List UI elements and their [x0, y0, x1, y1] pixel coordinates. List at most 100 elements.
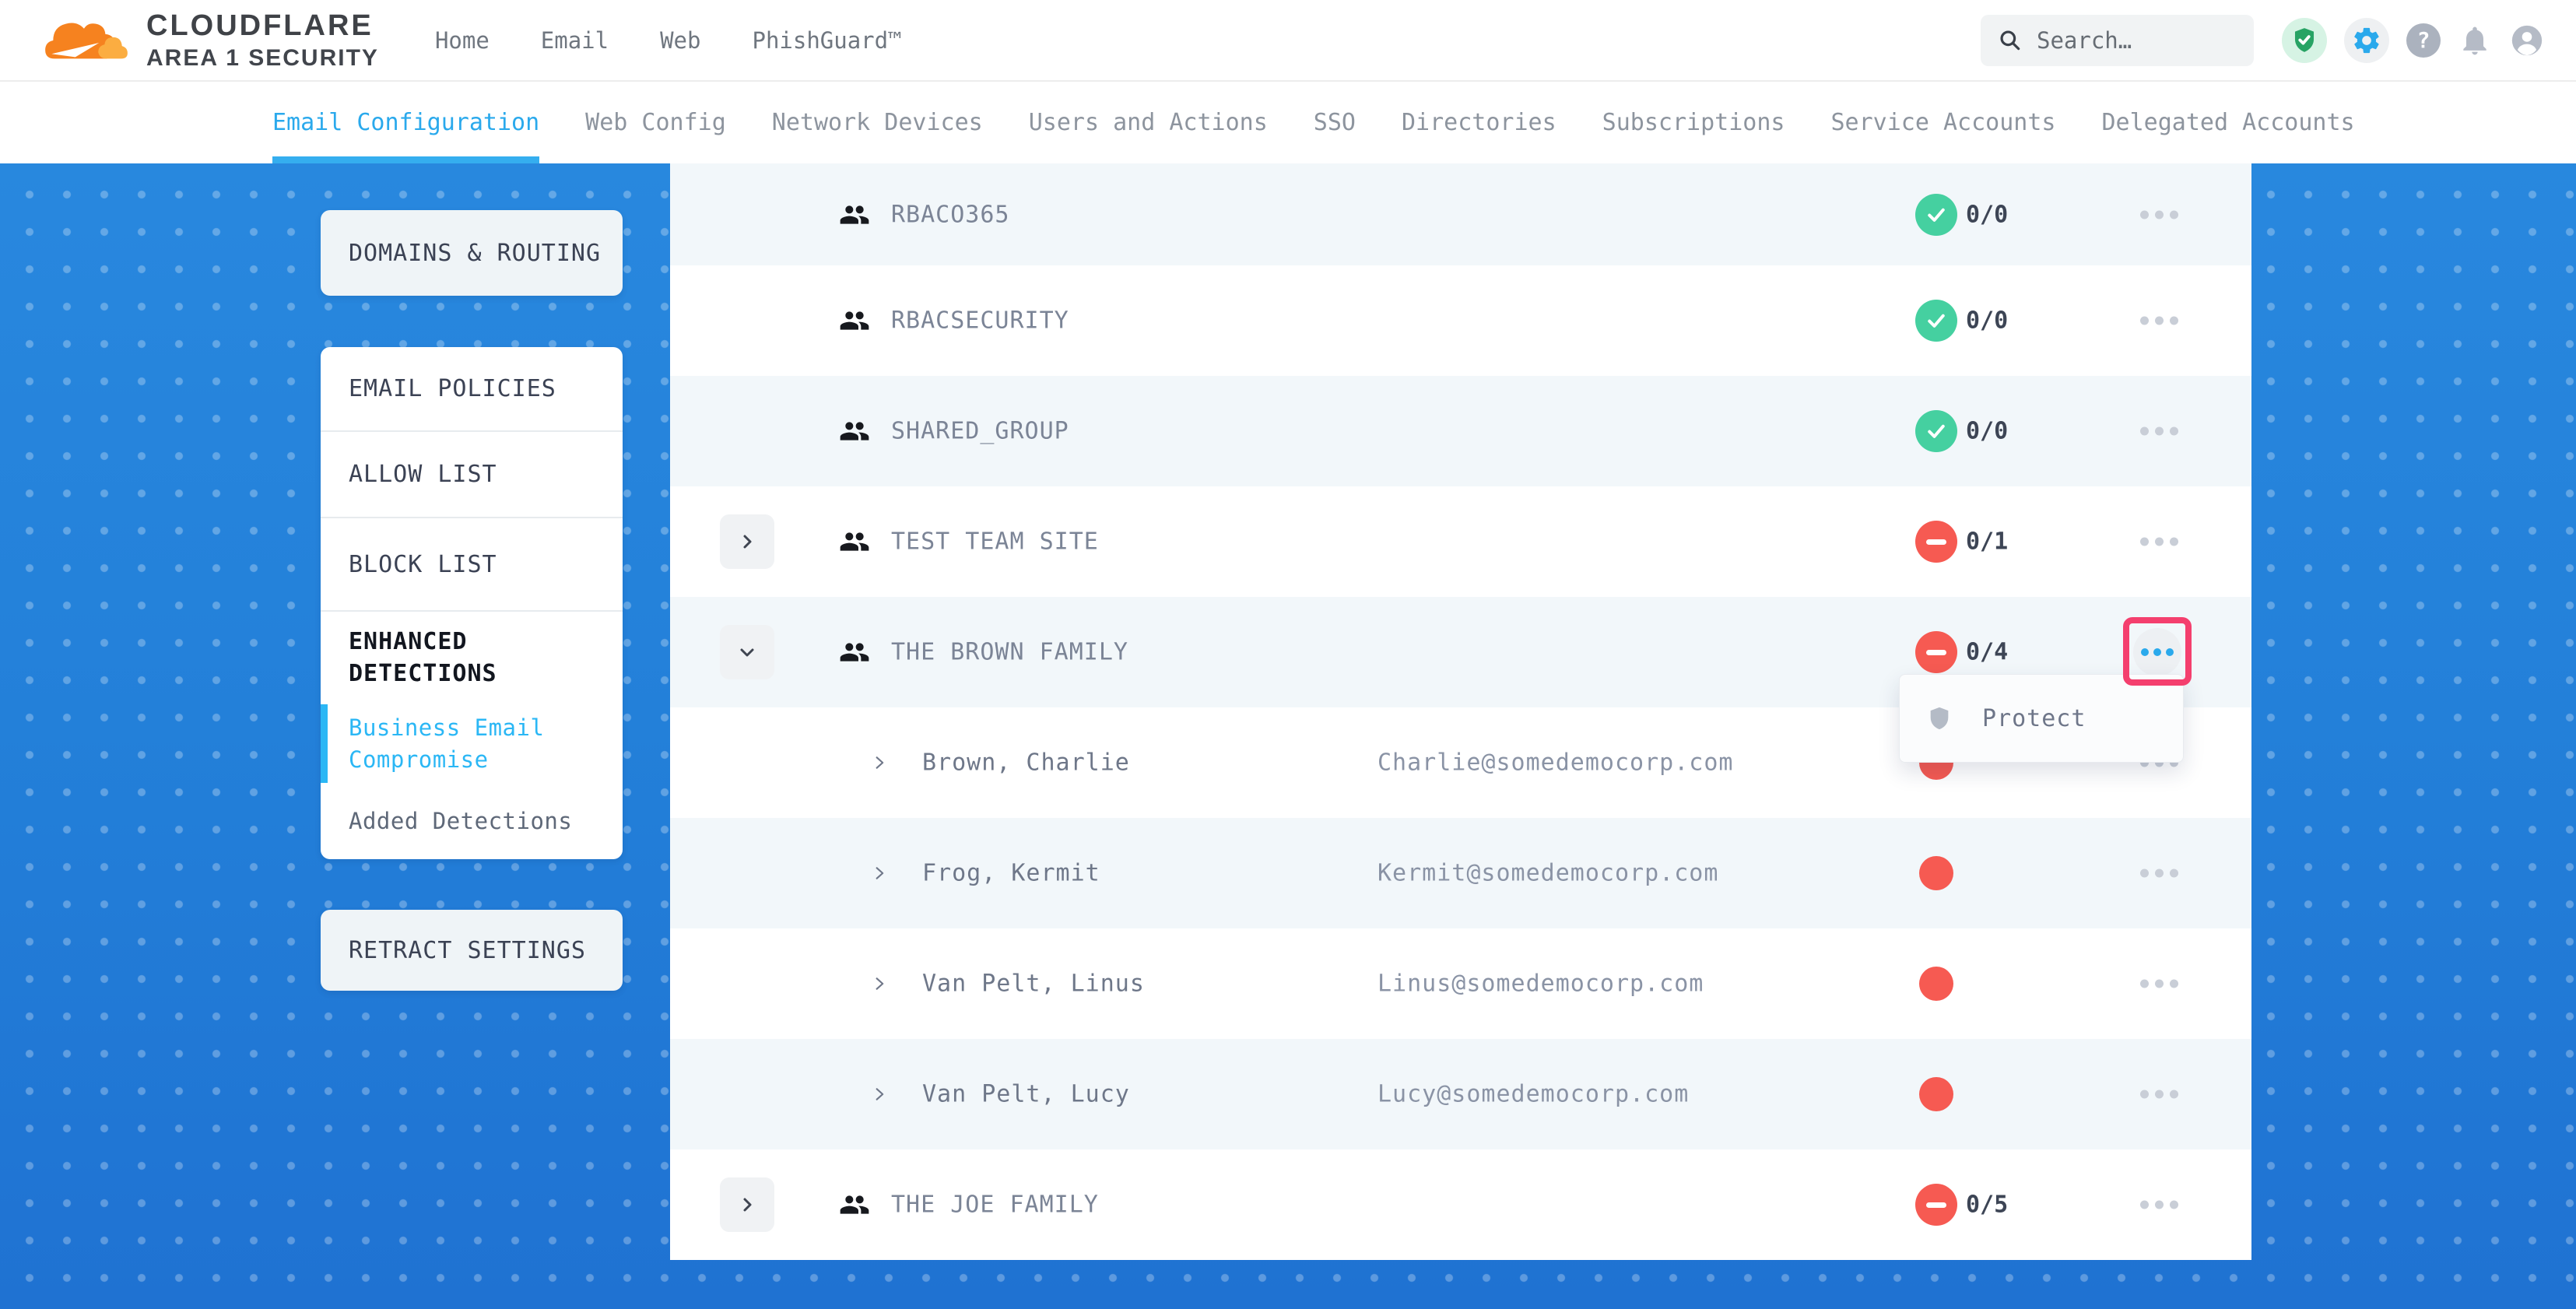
sidebar-item-enhanced-detections[interactable]: ENHANCED DETECTIONS — [321, 610, 623, 704]
status-blocked-icon — [1915, 631, 1957, 673]
area1-security-app: { "header": { "brand": "CLOUDFLARE", "pr… — [0, 0, 2576, 1309]
table-row[interactable]: RBACO365 0/0 — [670, 163, 2251, 265]
row-menu-button-active[interactable] — [2133, 628, 2181, 676]
row-menu-button[interactable] — [2140, 317, 2178, 325]
protection-count: 0/5 — [1966, 1191, 2008, 1219]
user-icon[interactable] — [2509, 23, 2545, 58]
search-input[interactable] — [2037, 27, 2223, 54]
group-icon — [837, 1189, 872, 1220]
status-dot — [1919, 1077, 1953, 1111]
group-icon — [837, 416, 872, 447]
protection-count: 0/4 — [1966, 639, 2008, 666]
table-row[interactable]: RBACSECURITY 0/0 — [670, 265, 2251, 376]
cloudflare-logo[interactable]: CLOUDFLARE AREA 1 SECURITY — [39, 11, 379, 70]
row-menu-button[interactable] — [2140, 427, 2178, 436]
menu-item-protect[interactable]: Protect — [1982, 705, 2086, 732]
group-name: RBACSECURITY — [891, 307, 1069, 335]
tab-network-devices[interactable]: Network Devices — [772, 82, 983, 163]
sidebar-item-domains-routing[interactable]: DOMAINS & ROUTING — [321, 210, 623, 296]
sidebar-policies-card: EMAIL POLICIES ALLOW LIST BLOCK LIST ENH… — [321, 347, 623, 859]
tab-service-accounts[interactable]: Service Accounts — [1830, 82, 2055, 163]
tab-delegated-accounts[interactable]: Delegated Accounts — [2101, 82, 2354, 163]
tab-web-config[interactable]: Web Config — [585, 82, 726, 163]
gear-icon[interactable] — [2344, 18, 2389, 63]
member-email: Linus@somedemocorp.com — [1377, 970, 1704, 998]
tab-directories[interactable]: Directories — [1402, 82, 1556, 163]
expand-button[interactable] — [720, 514, 774, 569]
sidebar-item-business-email-compromise[interactable]: Business Email Compromise — [321, 704, 623, 783]
protection-count: 0/0 — [1966, 418, 2008, 445]
group-icon — [837, 637, 872, 668]
member-name: Van Pelt, Linus — [922, 970, 1145, 998]
sidebar-subitem-label: Added Detections — [349, 808, 572, 834]
protection-count: 0/0 — [1966, 201, 2008, 228]
bell-icon[interactable] — [2458, 23, 2492, 58]
row-context-menu: Protect — [1899, 674, 2184, 763]
table-row[interactable]: TEST TEAM SITE 0/1 — [670, 486, 2251, 597]
tab-email-configuration[interactable]: Email Configuration — [272, 82, 539, 163]
top-header: CLOUDFLARE AREA 1 SECURITY Home Email We… — [0, 0, 2576, 82]
group-name: THE BROWN FAMILY — [891, 639, 1128, 666]
member-name: Van Pelt, Lucy — [922, 1081, 1130, 1108]
chevron-right-icon — [872, 865, 887, 881]
chevron-right-icon — [872, 976, 887, 991]
top-navigation: Home Email Web PhishGuard™ — [435, 27, 902, 54]
member-name: Frog, Kermit — [922, 860, 1100, 887]
header-icons — [2282, 18, 2545, 63]
status-dot — [1919, 856, 1953, 890]
nav-web[interactable]: Web — [660, 27, 700, 54]
protection-count: 0/0 — [1966, 307, 2008, 335]
tab-users-and-actions[interactable]: Users and Actions — [1029, 82, 1268, 163]
row-menu-button[interactable] — [2140, 210, 2178, 219]
cloudflare-cloud-icon — [39, 11, 134, 70]
directory-groups-table: RBACO365 0/0 RBACSECURITY 0/0 SHARED_GRO… — [670, 163, 2251, 1260]
shield-icon — [1926, 703, 1953, 734]
nav-email[interactable]: Email — [541, 27, 609, 54]
nav-home[interactable]: Home — [435, 27, 490, 54]
row-menu-button[interactable] — [2140, 869, 2178, 878]
table-row[interactable]: Frog, Kermit Kermit@somedemocorp.com — [670, 818, 2251, 928]
shield-check-icon[interactable] — [2282, 18, 2327, 63]
sidebar-item-added-detections[interactable]: Added Detections — [321, 783, 623, 859]
member-name: Brown, Charlie — [922, 749, 1130, 777]
collapse-button[interactable] — [720, 625, 774, 679]
group-icon — [837, 199, 872, 230]
status-dot — [1919, 967, 1953, 1001]
active-indicator-bar — [321, 704, 328, 783]
group-icon — [837, 305, 872, 336]
row-menu-button[interactable] — [2140, 1201, 2178, 1209]
row-menu-button[interactable] — [2140, 538, 2178, 546]
table-row[interactable]: SHARED_GROUP 0/0 — [670, 376, 2251, 486]
sidebar-item-block-list[interactable]: BLOCK LIST — [321, 517, 623, 610]
tab-subscriptions[interactable]: Subscriptions — [1602, 82, 1785, 163]
expand-button[interactable] — [720, 1177, 774, 1232]
table-row[interactable]: Van Pelt, Linus Linus@somedemocorp.com — [670, 928, 2251, 1039]
row-menu-button[interactable] — [2140, 1090, 2178, 1099]
table-row[interactable]: Van Pelt, Lucy Lucy@somedemocorp.com — [670, 1039, 2251, 1149]
help-icon[interactable] — [2406, 23, 2441, 58]
nav-phishguard[interactable]: PhishGuard™ — [752, 27, 901, 54]
search-icon — [1998, 28, 2023, 53]
status-ok-icon — [1915, 194, 1957, 236]
chevron-right-icon — [872, 755, 887, 770]
sidebar-item-allow-list[interactable]: ALLOW LIST — [321, 430, 623, 517]
tab-sso[interactable]: SSO — [1314, 82, 1356, 163]
status-ok-icon — [1915, 300, 1957, 342]
group-name: SHARED_GROUP — [891, 418, 1069, 445]
status-blocked-icon — [1915, 521, 1957, 563]
protection-count: 0/1 — [1966, 528, 2008, 556]
group-name: RBACO365 — [891, 201, 1010, 228]
sidebar-item-email-policies[interactable]: EMAIL POLICIES — [321, 347, 623, 430]
table-row[interactable]: THE JOE FAMILY 0/5 — [670, 1149, 2251, 1260]
status-blocked-icon — [1915, 1184, 1957, 1226]
product-name: AREA 1 SECURITY — [146, 47, 379, 70]
brand-name: CLOUDFLARE — [146, 11, 379, 40]
group-name: THE JOE FAMILY — [891, 1191, 1099, 1219]
member-email: Kermit@somedemocorp.com — [1377, 860, 1718, 887]
group-icon — [837, 526, 872, 557]
search-box[interactable] — [1981, 15, 2254, 66]
member-email: Charlie@somedemocorp.com — [1377, 749, 1733, 777]
sidebar-item-retract-settings[interactable]: RETRACT SETTINGS — [321, 910, 623, 991]
settings-tab-bar: Email Configuration Web Config Network D… — [0, 82, 2576, 163]
row-menu-button[interactable] — [2140, 980, 2178, 988]
